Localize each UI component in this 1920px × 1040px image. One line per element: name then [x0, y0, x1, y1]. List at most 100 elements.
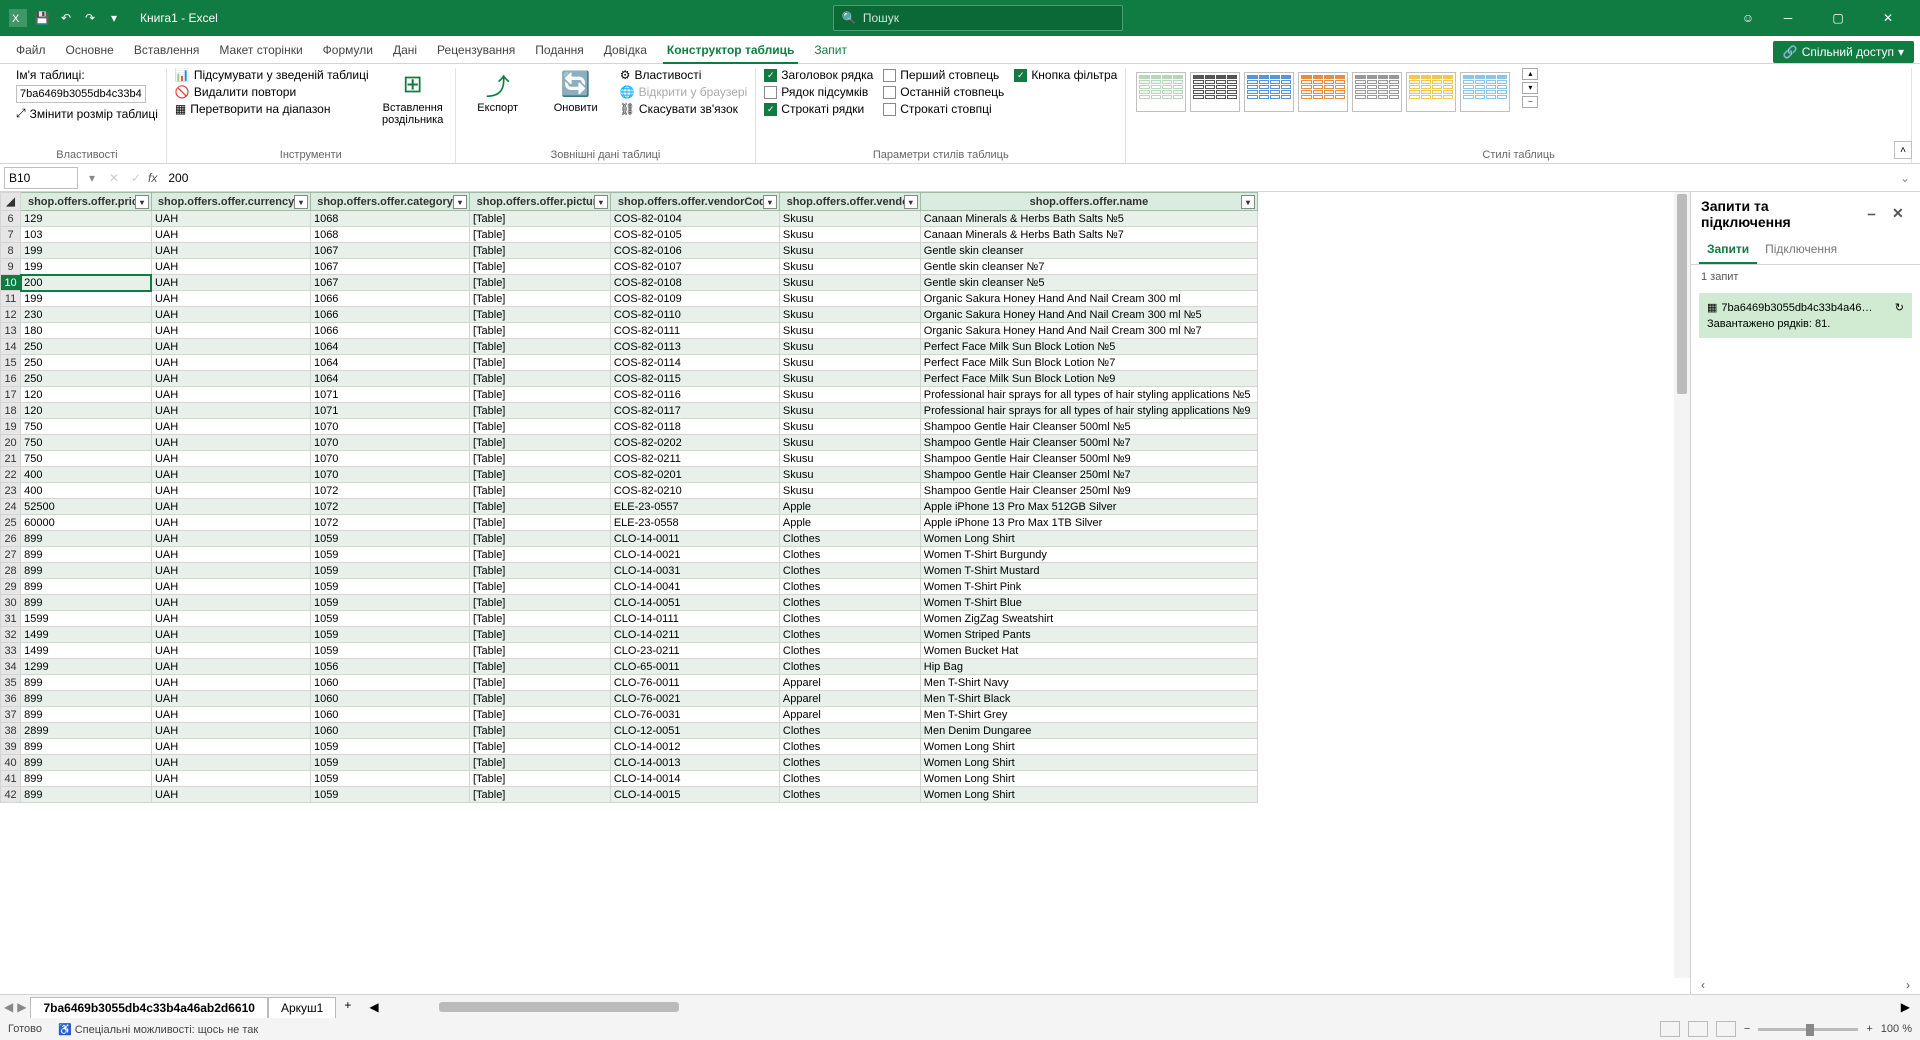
cell[interactable]: [Table] [469, 291, 610, 307]
cell[interactable]: [Table] [469, 691, 610, 707]
cell[interactable]: COS-82-0108 [610, 275, 779, 291]
cell[interactable]: Skusu [779, 451, 920, 467]
cell[interactable]: 1064 [310, 355, 469, 371]
cell[interactable]: Women ZigZag Sweatshirt [920, 611, 1257, 627]
cell[interactable]: [Table] [469, 371, 610, 387]
cell[interactable]: 899 [21, 691, 152, 707]
row-header[interactable]: 8 [1, 243, 21, 259]
row-header[interactable]: 41 [1, 771, 21, 787]
cell[interactable]: 1059 [310, 627, 469, 643]
undo-icon[interactable]: ↶ [56, 8, 76, 28]
cell[interactable]: 1070 [310, 419, 469, 435]
cell[interactable]: Skusu [779, 291, 920, 307]
cell[interactable]: UAH [151, 259, 310, 275]
filter-dropdown-icon[interactable]: ▾ [294, 195, 308, 209]
cell[interactable]: CLO-14-0041 [610, 579, 779, 595]
row-header[interactable]: 20 [1, 435, 21, 451]
remove-duplicates-button[interactable]: 🚫Видалити повтори [175, 85, 369, 99]
column-header[interactable]: shop.offers.offer.vendorCode▾ [610, 193, 779, 211]
cell[interactable]: Skusu [779, 259, 920, 275]
search-box[interactable]: 🔍 Пошук [833, 5, 1123, 31]
cell[interactable]: 1499 [21, 643, 152, 659]
cell[interactable]: [Table] [469, 659, 610, 675]
cell[interactable]: 199 [21, 243, 152, 259]
formula-input[interactable] [165, 168, 1900, 188]
cell[interactable]: COS-82-0202 [610, 435, 779, 451]
cell[interactable]: 1059 [310, 579, 469, 595]
cell[interactable]: 250 [21, 371, 152, 387]
cell[interactable]: CLO-14-0021 [610, 547, 779, 563]
cell[interactable]: 400 [21, 483, 152, 499]
row-header[interactable]: 18 [1, 403, 21, 419]
row-header[interactable]: 26 [1, 531, 21, 547]
cell[interactable]: Clothes [779, 755, 920, 771]
row-header[interactable]: 6 [1, 211, 21, 227]
row-header[interactable]: 9 [1, 259, 21, 275]
column-header[interactable]: shop.offers.offer.picture▾ [469, 193, 610, 211]
cell[interactable]: Clothes [779, 739, 920, 755]
cell[interactable]: UAH [151, 275, 310, 291]
cell[interactable]: 1068 [310, 211, 469, 227]
cell[interactable]: [Table] [469, 563, 610, 579]
cell[interactable]: UAH [151, 627, 310, 643]
cell[interactable]: Organic Sakura Honey Hand And Nail Cream… [920, 323, 1257, 339]
cell[interactable]: UAH [151, 387, 310, 403]
cell[interactable]: UAH [151, 467, 310, 483]
row-header[interactable]: 40 [1, 755, 21, 771]
cell[interactable]: 899 [21, 547, 152, 563]
cell[interactable]: Skusu [779, 403, 920, 419]
cell[interactable]: Clothes [779, 723, 920, 739]
row-header[interactable]: 31 [1, 611, 21, 627]
cell[interactable]: 1060 [310, 691, 469, 707]
row-header[interactable]: 30 [1, 595, 21, 611]
cell[interactable]: Skusu [779, 323, 920, 339]
select-all-corner[interactable]: ◢ [1, 193, 21, 211]
cell[interactable]: Women T-Shirt Pink [920, 579, 1257, 595]
maximize-button[interactable]: ▢ [1818, 0, 1858, 36]
first-col-checkbox[interactable] [883, 69, 896, 82]
table-style-thumb[interactable] [1298, 72, 1348, 112]
cell[interactable]: 1060 [310, 707, 469, 723]
cell[interactable]: 1067 [310, 259, 469, 275]
cell[interactable]: Gentle skin cleanser [920, 243, 1257, 259]
cell[interactable]: Skusu [779, 307, 920, 323]
cell[interactable]: COS-82-0115 [610, 371, 779, 387]
view-normal-button[interactable] [1660, 1021, 1680, 1037]
cell[interactable]: 1060 [310, 723, 469, 739]
row-header[interactable]: 15 [1, 355, 21, 371]
cell[interactable]: ELE-23-0558 [610, 515, 779, 531]
cell[interactable]: Gentle skin cleanser №7 [920, 259, 1257, 275]
row-header[interactable]: 38 [1, 723, 21, 739]
cell[interactable]: [Table] [469, 595, 610, 611]
header-row-checkbox[interactable]: ✓ [764, 69, 777, 82]
row-header[interactable]: 28 [1, 563, 21, 579]
ribbon-tab[interactable]: Довідка [594, 37, 657, 63]
cell[interactable]: Clothes [779, 563, 920, 579]
row-header[interactable]: 10 [1, 275, 21, 291]
cell[interactable]: Apparel [779, 707, 920, 723]
cell[interactable]: Women Long Shirt [920, 755, 1257, 771]
row-header[interactable]: 7 [1, 227, 21, 243]
scrollbar-thumb[interactable] [1677, 194, 1687, 394]
cell[interactable]: Clothes [779, 611, 920, 627]
cell[interactable]: CLO-14-0011 [610, 531, 779, 547]
banded-rows-checkbox[interactable]: ✓ [764, 103, 777, 116]
cell[interactable]: [Table] [469, 547, 610, 563]
cell[interactable]: [Table] [469, 307, 610, 323]
ribbon-tab[interactable]: Запит [804, 37, 857, 63]
unlink-button[interactable]: ⛓Скасувати зв'язок [620, 102, 748, 116]
cell[interactable]: 750 [21, 451, 152, 467]
cell[interactable]: CLO-14-0111 [610, 611, 779, 627]
cell[interactable]: CLO-23-0211 [610, 643, 779, 659]
cell[interactable]: UAH [151, 611, 310, 627]
row-header[interactable]: 36 [1, 691, 21, 707]
cell[interactable]: Clothes [779, 787, 920, 803]
ribbon-tab[interactable]: Макет сторінки [209, 37, 312, 63]
cell[interactable]: COS-82-0210 [610, 483, 779, 499]
cell[interactable]: UAH [151, 755, 310, 771]
cell[interactable]: 1072 [310, 483, 469, 499]
column-header[interactable]: shop.offers.offer.name▾ [920, 193, 1257, 211]
row-header[interactable]: 25 [1, 515, 21, 531]
cell[interactable]: Clothes [779, 659, 920, 675]
sheet-next-icon[interactable]: ▶ [17, 1000, 26, 1014]
